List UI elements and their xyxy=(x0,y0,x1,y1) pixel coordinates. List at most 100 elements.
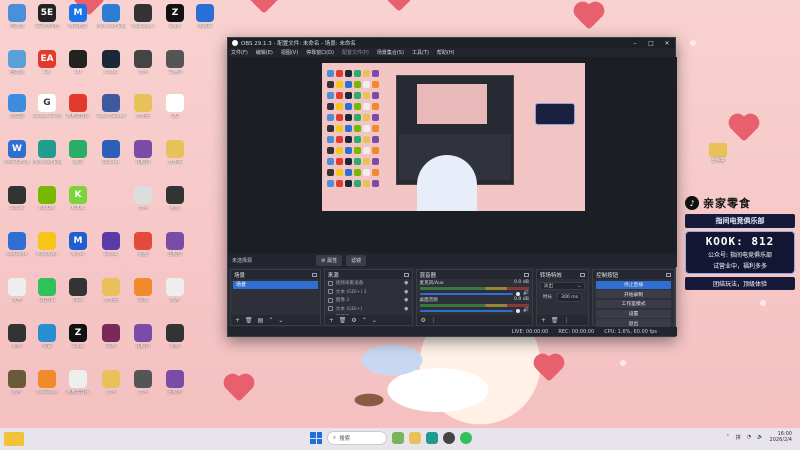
advanced-audio-icon[interactable]: ⚙ xyxy=(421,317,426,324)
desktop-icon[interactable]: 截图 xyxy=(128,232,158,257)
trash-icon[interactable]: 🗑 xyxy=(551,317,559,324)
start-recording-button[interactable]: 开始录制 xyxy=(596,290,671,299)
desktop-icon[interactable]: 微信 xyxy=(63,140,93,165)
desktop-icon[interactable]: Z Zepp xyxy=(63,324,93,349)
desktop-icon[interactable]: PotPlayer xyxy=(32,232,62,257)
desktop-icon[interactable]: W WPS Office xyxy=(2,140,32,165)
desktop-icon[interactable]: bilibili xyxy=(2,186,32,211)
menu-profile[interactable]: 配置文件(P) xyxy=(342,49,369,56)
speaker-icon[interactable]: 🔊 xyxy=(523,291,529,296)
desktop-icon[interactable]: 压缩包 xyxy=(160,370,190,395)
eye-icon[interactable]: ◉ xyxy=(404,306,408,312)
minimize-button[interactable]: – xyxy=(627,40,643,47)
add-icon[interactable]: + xyxy=(541,317,546,324)
source-item[interactable]: 图像 2 ◉ xyxy=(325,296,412,305)
gear-icon[interactable]: ⚙ xyxy=(351,317,356,324)
filter-icon[interactable]: ▤ xyxy=(258,317,264,324)
volume-icon[interactable]: 🔈 xyxy=(757,434,763,440)
obs-titlebar[interactable]: OBS 29.1.3 - 配置文件: 未命名 - 场景: 未命名 – □ ✕ xyxy=(228,38,675,48)
more-icon[interactable]: ⋮ xyxy=(431,317,437,324)
menu-docks[interactable]: 停靠窗口(D) xyxy=(306,49,334,56)
desktop-icon[interactable]: 网易云音乐 xyxy=(63,94,93,119)
wifi-icon[interactable]: ◔ xyxy=(747,434,751,440)
desktop-icon[interactable]: 视频 xyxy=(2,324,32,349)
stop-streaming-button[interactable]: 停止直播 xyxy=(596,280,671,289)
desktop-icon[interactable]: Game xyxy=(96,232,126,257)
settings-button[interactable]: 设置 xyxy=(596,309,671,318)
slider-track[interactable] xyxy=(419,309,514,312)
desktop-icon[interactable]: EA EA xyxy=(32,50,62,75)
clock[interactable]: 16:00 2026/2/4 xyxy=(770,431,792,443)
desktop-icon[interactable]: 文件 xyxy=(96,370,126,395)
desktop-icon[interactable]: steam xyxy=(96,50,126,75)
source-item[interactable]: 视频采集设备 ◉ xyxy=(325,279,412,288)
desktop-icon[interactable]: K KOOK xyxy=(63,186,93,211)
desktop-icon[interactable]: 游戏 xyxy=(96,324,126,349)
ime-icon[interactable]: 拼 xyxy=(736,434,741,441)
desktop-icon[interactable]: 回收站 xyxy=(2,50,32,75)
desktop-icon[interactable]: 图片 xyxy=(160,278,190,303)
duration-input[interactable]: 300 ms xyxy=(557,292,583,302)
desktop-icon[interactable]: 文件夹 xyxy=(128,94,158,119)
desktop-icon[interactable]: 文件 xyxy=(128,186,158,211)
desktop-icon[interactable]: UU xyxy=(63,50,93,75)
desktop-icon[interactable]: M 腾讯会议 xyxy=(63,4,93,29)
desktop-icon[interactable]: 压缩包 xyxy=(128,140,158,165)
widgets-icon[interactable] xyxy=(4,432,24,446)
transition-select[interactable]: 淡出 ⌄ xyxy=(539,282,586,290)
desktop-folder-icon[interactable]: 文件夹 xyxy=(703,143,733,164)
desktop-icon[interactable]: 网易云音乐 xyxy=(63,370,93,395)
menu-scene-collection[interactable]: 场景集合(S) xyxy=(377,49,404,56)
desktop-icon[interactable]: 文件 xyxy=(128,370,158,395)
obs-taskbar-icon[interactable] xyxy=(443,432,455,444)
desktop-icon[interactable]: 设置 xyxy=(32,324,62,349)
desktop-icon[interactable]: SteamSpeed xyxy=(96,94,126,119)
chevron-up-icon[interactable]: ⌃ xyxy=(726,434,730,440)
trash-icon[interactable]: 🗑 xyxy=(245,317,253,324)
desktop-icon[interactable]: 文件夹 xyxy=(160,140,190,165)
undock-icon[interactable] xyxy=(580,272,586,277)
scene-list-item[interactable]: 场景 xyxy=(233,281,318,289)
eye-icon[interactable]: ◉ xyxy=(404,297,408,303)
desktop-icon[interactable]: 压缩包 xyxy=(160,232,190,257)
speaker-icon[interactable]: 🔊 xyxy=(523,308,529,313)
close-button[interactable]: ✕ xyxy=(659,40,675,47)
volume-slider[interactable]: 🔊 xyxy=(419,308,529,313)
desktop-icon[interactable]: 文档 xyxy=(2,278,32,303)
undock-icon[interactable] xyxy=(665,272,671,277)
undock-icon[interactable] xyxy=(523,272,529,277)
preview-canvas[interactable] xyxy=(322,63,585,211)
desktop-icon[interactable]: NVIDIA xyxy=(32,186,62,211)
more-icon[interactable]: ⋮ xyxy=(564,317,570,324)
desktop-icon[interactable]: 5E 5E对战平台 xyxy=(32,4,62,29)
slider-knob[interactable] xyxy=(516,291,521,296)
desktop-icon[interactable]: QQ xyxy=(160,94,190,119)
desktop-icon[interactable]: Microsoft Edge xyxy=(96,4,126,29)
music-app-icon[interactable] xyxy=(460,432,472,444)
trash-icon[interactable]: 🗑 xyxy=(339,317,347,324)
desktop-icon[interactable]: Z Zepp xyxy=(160,4,190,29)
desktop-icon[interactable]: OBS xyxy=(63,278,93,303)
desktop-icon[interactable]: 文件夹 xyxy=(96,278,126,303)
move-up-icon[interactable]: ⌃ xyxy=(268,317,273,324)
desktop-icon[interactable]: WeGame xyxy=(32,370,62,395)
file-explorer-icon[interactable] xyxy=(409,432,421,444)
source-item[interactable]: 文本 (GDI+) ◉ xyxy=(325,305,412,314)
filters-button[interactable]: 滤镜 xyxy=(346,254,367,266)
desktop-icon[interactable]: Microsoft Edge xyxy=(32,140,62,165)
desktop-icon[interactable]: Quicker xyxy=(96,140,126,165)
undock-icon[interactable] xyxy=(311,272,317,277)
taskbar-app-icon[interactable] xyxy=(392,432,404,444)
desktop-icon[interactable]: QQ音乐 xyxy=(32,278,62,303)
source-item[interactable]: 文本 (GDI+) 2 ◉ xyxy=(325,288,412,297)
volume-slider[interactable]: 🔊 xyxy=(419,291,529,296)
desktop-icon[interactable]: 压缩包 xyxy=(128,324,158,349)
desktop-icon[interactable]: WeGame xyxy=(2,232,32,257)
eye-icon[interactable]: ◉ xyxy=(404,289,408,295)
studio-mode-button[interactable]: 工作室模式 xyxy=(596,299,671,309)
properties-button[interactable]: ⚙ 属性 xyxy=(316,254,343,266)
menu-view[interactable]: 视图(V) xyxy=(281,49,298,56)
desktop-icon[interactable]: Wallpaper xyxy=(128,4,158,29)
desktop-icon[interactable]: 图片 xyxy=(2,370,32,395)
desktop-icon[interactable]: G Google Chrome xyxy=(32,94,62,119)
